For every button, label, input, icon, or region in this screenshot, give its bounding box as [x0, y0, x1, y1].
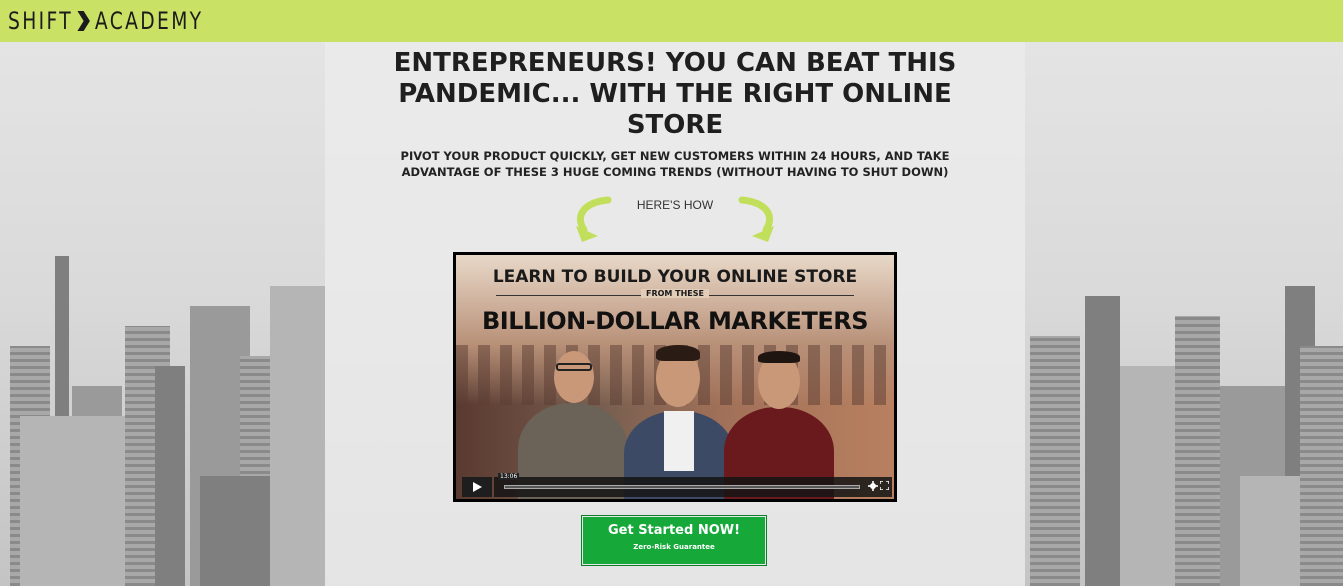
- heres-how-label: HERE'S HOW: [636, 198, 714, 212]
- logo-text-right: ACADEMY: [94, 7, 204, 35]
- video-duration: 13:06: [498, 473, 520, 480]
- cta-label: Get Started NOW!: [607, 523, 741, 538]
- chevron-right-icon: [77, 11, 91, 31]
- video-controls: 13:06: [460, 473, 892, 497]
- video-title-line1: LEARN TO BUILD YOUR ONLINE STORE: [492, 267, 858, 287]
- video-thumbnail[interactable]: LEARN TO BUILD YOUR ONLINE STORE FROM TH…: [456, 255, 894, 499]
- video-player[interactable]: LEARN TO BUILD YOUR ONLINE STORE FROM TH…: [453, 252, 897, 502]
- page-subheadline: PIVOT YOUR PRODUCT QUICKLY, GET NEW CUST…: [400, 149, 950, 179]
- video-progress-bar[interactable]: [504, 485, 860, 489]
- video-title-line3: BILLION-DOLLAR MARKETERS: [482, 307, 868, 335]
- get-started-button[interactable]: Get Started NOW! Zero-Risk Guarantee: [581, 515, 767, 566]
- shift-academy-logo[interactable]: SHIFT ACADEMY: [8, 6, 203, 36]
- top-header-bar: SHIFT ACADEMY: [0, 0, 1343, 42]
- gear-icon[interactable]: [868, 481, 878, 491]
- cta-sublabel: Zero-Risk Guarantee: [633, 543, 715, 551]
- page-headline: ENTREPRENEURS! YOU CAN BEAT THIS PANDEMI…: [393, 48, 957, 140]
- play-button[interactable]: [462, 477, 492, 497]
- video-title-line2: FROM THESE: [456, 289, 894, 298]
- fullscreen-icon[interactable]: [880, 481, 889, 490]
- curved-arrow-right-icon: [738, 196, 774, 242]
- logo-text-left: SHIFT: [8, 7, 74, 35]
- play-icon: [473, 482, 482, 492]
